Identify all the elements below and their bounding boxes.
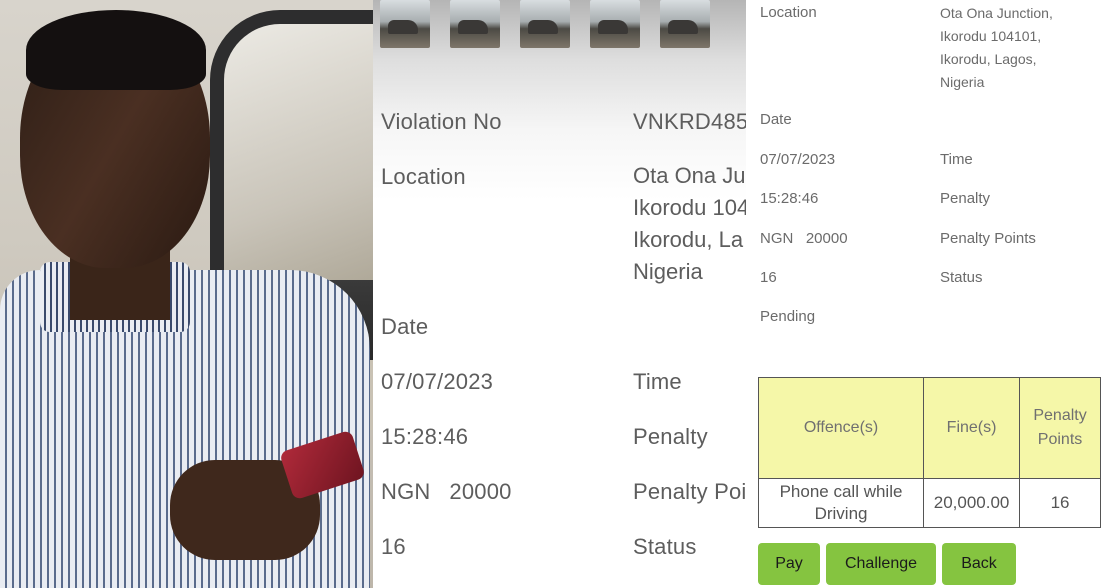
back-button[interactable]: Back [942,543,1016,585]
location-label: Location [760,4,817,21]
violation-details-screen: Location Ota Ona Junction, Ikorodu 10410… [746,0,1120,588]
hair [26,10,206,90]
violation-no-label: Violation No [381,109,502,134]
time-label: Time [940,151,973,168]
pay-button[interactable]: Pay [758,543,820,585]
penalty-value: NGN 20000 [760,230,848,247]
location-line: Ikorodu 104101, [940,28,1042,44]
table-header-row: Offence(s) Fine(s) Penalty Points [757,377,1101,479]
location-value: Ota Ona Ju Ikorodu 104 Ikorodu, La Niger… [633,160,746,288]
penalty-points-label: Penalty Points [940,230,1036,247]
evidence-thumbnails [380,0,710,48]
penalty-points-column-header: Penalty Points [1019,377,1101,479]
date-label: Date [760,111,792,128]
status-value: Pending [760,308,816,325]
penalty-points-label: Penalty Poi [633,479,746,504]
evidence-thumbnail[interactable] [660,0,710,48]
penalty-value: NGN 20000 [381,479,512,504]
penalty-points-value: 16 [381,534,406,559]
location-line: Nigeria [940,74,985,90]
date-value: 07/07/2023 [760,151,836,168]
status-label: Status [940,269,983,286]
date-label: Date [381,314,429,339]
offence-column-header: Offence(s) [757,377,925,479]
car-window [210,10,373,304]
location-line: Ota Ona Junction, [940,5,1053,21]
time-label: Time [633,369,682,394]
status-label: Status [633,534,697,559]
location-value: Ota Ona Junction, Ikorodu 104101, Ikorod… [940,2,1053,94]
penalty-label: Penalty [940,190,991,207]
time-value: 15:28:46 [760,190,819,207]
violation-no-value: VNKRD485 [633,109,746,134]
photo-man-with-phone [0,0,373,588]
location-line: Ikorodu, La [633,227,744,252]
location-line: Nigeria [633,259,703,284]
date-value: 07/07/2023 [381,369,494,394]
evidence-thumbnail[interactable] [590,0,640,48]
fine-cell: 20,000.00 [923,478,1021,528]
fine-column-header: Fine(s) [923,377,1021,479]
location-label: Location [381,164,466,189]
location-line: Ikorodu 104 [633,195,746,220]
evidence-thumbnail[interactable] [520,0,570,48]
location-line: Ota Ona Ju [633,163,746,188]
offence-cell: Phone call while Driving [757,478,925,528]
points-cell: 16 [1019,478,1101,528]
time-value: 15:28:46 [381,424,469,449]
location-line: Ikorodu, Lagos, [940,51,1037,67]
penalty-label: Penalty [633,424,708,449]
offence-table: Offence(s) Fine(s) Penalty Points Phone … [757,377,1101,528]
penalty-points-value: 16 [760,269,777,286]
challenge-button[interactable]: Challenge [826,543,936,585]
zoomed-violation-details: Violation No VNKRD485 Location Ota Ona J… [373,0,746,588]
evidence-thumbnail[interactable] [380,0,430,48]
evidence-thumbnail[interactable] [450,0,500,48]
table-row: Phone call while Driving 20,000.00 16 [757,478,1101,528]
